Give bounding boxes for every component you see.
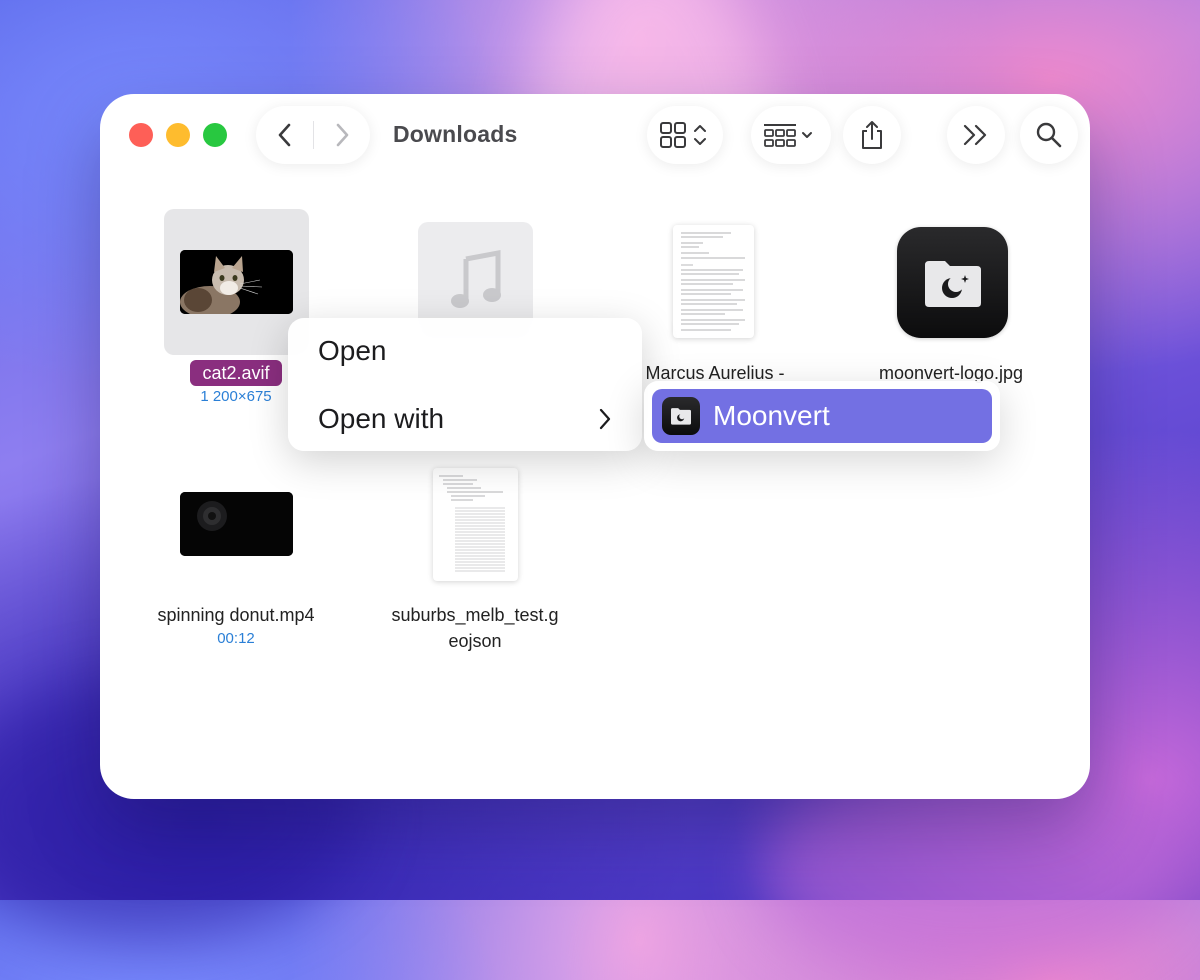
file-name-geojson[interactable]: suburbs_melb_test.g eojson	[365, 602, 585, 654]
folder-moon-icon	[924, 260, 981, 307]
chevron-right-icon	[336, 123, 348, 147]
file-name-video[interactable]: spinning donut.mp4	[130, 602, 342, 628]
zoom-button[interactable]	[203, 123, 227, 147]
context-menu: Open Open with	[288, 318, 642, 451]
chevron-left-icon	[278, 123, 290, 147]
json-text-lines	[439, 475, 505, 572]
group-grid-icon	[764, 124, 812, 147]
file-meta-video: 00:12	[217, 630, 255, 647]
file-name-geojson-line1: suburbs_melb_test.g	[391, 605, 559, 625]
file-thumbnail-cat[interactable]	[180, 250, 293, 314]
moonvert-app-icon	[662, 397, 700, 435]
nav-divider	[312, 121, 314, 149]
more-toolbar-button[interactable]	[947, 106, 1005, 164]
file-thumbnail-document[interactable]	[673, 225, 754, 338]
file-name-geojson-line2: eojson	[448, 631, 502, 651]
document-text-lines	[681, 232, 745, 331]
group-by-button[interactable]	[751, 106, 831, 164]
menu-item-open-label: Open	[318, 335, 387, 366]
folder-moon-icon	[671, 408, 691, 425]
music-note-icon	[450, 249, 501, 308]
back-button[interactable]	[265, 122, 305, 148]
menu-item-open-with-label: Open with	[318, 403, 445, 434]
submenu-item-moonvert-label: Moonvert	[713, 400, 830, 431]
file-thumbnail-moonvert-logo[interactable]	[897, 227, 1008, 338]
donut-video-frame	[180, 492, 293, 556]
submenu-item-moonvert[interactable]: Moonvert	[652, 389, 992, 443]
share-button[interactable]	[843, 106, 901, 164]
file-name-cat[interactable]: cat2.avif	[190, 360, 282, 386]
file-thumbnail-geojson[interactable]	[433, 468, 518, 581]
file-meta-cat: 1 200×675	[200, 388, 272, 405]
grid-icon	[660, 122, 706, 148]
cat-image	[180, 250, 293, 314]
search-button[interactable]	[1020, 106, 1078, 164]
navigation-controls	[256, 106, 370, 164]
chevron-right-icon	[599, 408, 611, 430]
share-icon	[862, 121, 882, 149]
forward-button[interactable]	[322, 122, 362, 148]
minimize-button[interactable]	[166, 123, 190, 147]
view-mode-button[interactable]	[647, 106, 723, 164]
file-thumbnail-video[interactable]	[180, 492, 293, 556]
close-button[interactable]	[129, 123, 153, 147]
menu-item-open-with[interactable]: Open with	[288, 390, 642, 448]
magnifier-icon	[1036, 122, 1062, 148]
window-title: Downloads	[393, 121, 518, 147]
double-chevron-icon	[963, 124, 987, 146]
menu-item-open[interactable]: Open	[288, 322, 642, 380]
